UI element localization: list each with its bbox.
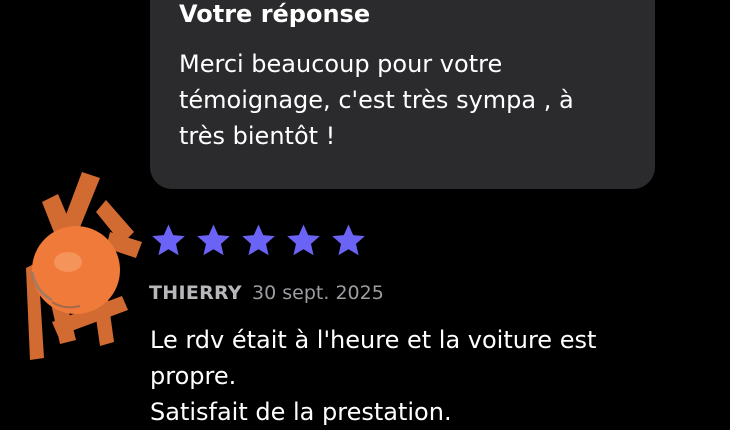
- reply-text: Merci beaucoup pour votre témoignage, c'…: [179, 46, 619, 154]
- review-line: propre.: [150, 362, 237, 390]
- avatar[interactable]: [22, 172, 150, 360]
- star-icon: [242, 224, 275, 256]
- star-rating: [150, 222, 367, 259]
- reply-line: très bientôt !: [179, 122, 336, 150]
- review-line: Le rdv était à l'heure et la voiture est: [150, 326, 597, 354]
- redacted-avatar-icon: [26, 172, 142, 360]
- star-icon: [152, 224, 185, 256]
- reply-line: Merci beaucoup pour votre: [179, 50, 503, 78]
- review-date: 30 sept. 2025: [252, 282, 384, 304]
- reply-title: Votre réponse: [179, 0, 371, 28]
- reply-line: témoignage, c'est très sympa , à: [179, 86, 574, 114]
- star-icon: [332, 224, 365, 256]
- star-icon: [197, 224, 230, 256]
- review-text: Le rdv était à l'heure et la voiture est…: [150, 322, 670, 430]
- review-meta: THIERRY 30 sept. 2025: [149, 281, 384, 305]
- star-icon: [287, 224, 320, 256]
- review-line: Satisfait de la prestation.: [150, 398, 452, 426]
- author-name: THIERRY: [149, 282, 242, 304]
